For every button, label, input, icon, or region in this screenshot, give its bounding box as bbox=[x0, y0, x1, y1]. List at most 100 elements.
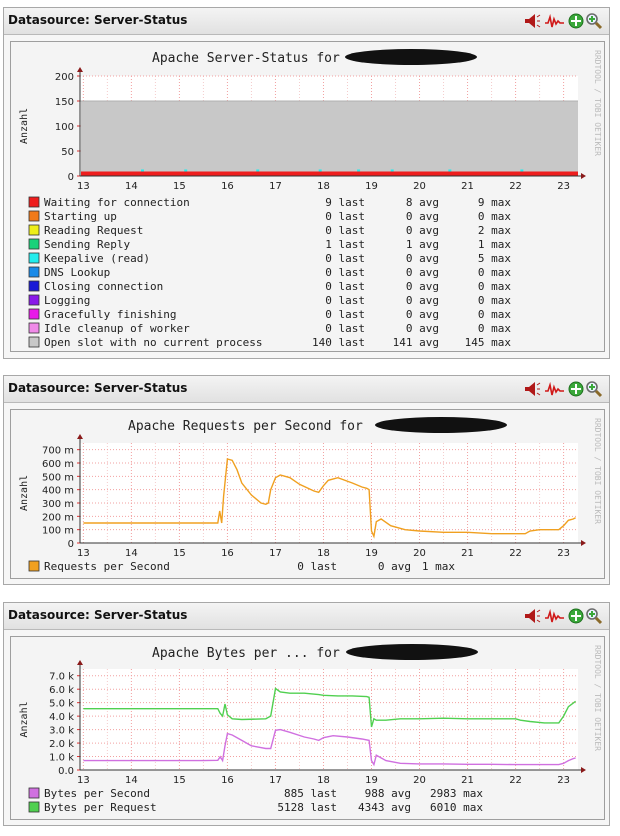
legend-max: 0 max bbox=[478, 280, 511, 293]
legend-max: 2983 max bbox=[430, 787, 483, 800]
chart-svg: Apache Requests per Second for RRDTOOL /… bbox=[19, 417, 602, 573]
legend-swatch bbox=[28, 196, 40, 208]
graph-title: Apache Server-Status for bbox=[152, 51, 340, 66]
x-tick-label: 19 bbox=[365, 548, 378, 559]
panel-title: Datasource: Server-Status bbox=[8, 381, 188, 395]
legend-label: Bytes per Second bbox=[44, 787, 150, 800]
y-tick-label: 50 bbox=[61, 147, 74, 158]
x-tick-label: 13 bbox=[77, 775, 90, 786]
x-tick-label: 19 bbox=[365, 775, 378, 786]
speaker-icon[interactable] bbox=[523, 12, 541, 30]
legend-swatch bbox=[28, 801, 40, 813]
keepalive-mark bbox=[448, 169, 452, 172]
x-tick-label: 23 bbox=[557, 775, 570, 786]
chart-svg: Apache Bytes per ... for RRDTOOL / TOBI … bbox=[19, 644, 602, 814]
keepalive-mark bbox=[140, 169, 144, 172]
y-axis-label: Anzahl bbox=[19, 701, 30, 737]
zoom-icon[interactable] bbox=[585, 380, 603, 398]
legend-label: Gracefully finishing bbox=[44, 308, 176, 321]
y-tick-label: 0.0 bbox=[58, 766, 74, 777]
keepalive-mark bbox=[520, 169, 524, 172]
x-tick-label: 19 bbox=[365, 181, 378, 192]
y-tick-label: 6.0 k bbox=[49, 685, 74, 696]
y-tick-label: 150 bbox=[55, 97, 74, 108]
legend-label: Open slot with no current process bbox=[44, 336, 263, 349]
x-tick-label: 15 bbox=[173, 775, 186, 786]
panel-tools bbox=[523, 380, 603, 398]
x-tick-label: 23 bbox=[557, 181, 570, 192]
x-tick-label: 18 bbox=[317, 181, 330, 192]
zoom-icon[interactable] bbox=[585, 607, 603, 625]
legend-last: 0 last bbox=[325, 294, 365, 307]
graph-image[interactable]: Apache Bytes per ... for RRDTOOL / TOBI … bbox=[10, 636, 605, 820]
legend-label: Bytes per Request bbox=[44, 801, 157, 814]
keepalive-mark bbox=[390, 169, 394, 172]
y-tick-label: 3.0 k bbox=[49, 726, 74, 737]
x-tick-label: 21 bbox=[461, 181, 474, 192]
legend-max: 1 max bbox=[422, 560, 455, 573]
zoom-icon[interactable] bbox=[585, 12, 603, 30]
x-tick-label: 17 bbox=[269, 775, 282, 786]
x-tick-label: 14 bbox=[125, 775, 138, 786]
y-axis-arrow bbox=[77, 660, 83, 665]
add-icon[interactable] bbox=[567, 380, 585, 398]
spark-icon[interactable] bbox=[545, 607, 564, 625]
legend-label: Requests per Second bbox=[44, 560, 170, 573]
server-status-panel: Datasource: Server-Status Apache Server-… bbox=[3, 7, 610, 359]
legend-swatch bbox=[28, 787, 40, 799]
legend-swatch bbox=[28, 280, 40, 292]
graph-image[interactable]: Apache Requests per Second for RRDTOOL /… bbox=[10, 409, 605, 579]
x-tick-label: 22 bbox=[509, 181, 522, 192]
y-tick-label: 0 bbox=[68, 172, 74, 183]
legend-max: 9 max bbox=[478, 196, 511, 209]
x-axis-arrow bbox=[581, 767, 586, 773]
legend-label: DNS Lookup bbox=[44, 266, 110, 279]
x-axis-arrow bbox=[581, 540, 586, 546]
legend-last: 0 last bbox=[325, 252, 365, 265]
redacted-host bbox=[346, 644, 478, 660]
y-tick-label: 1.0 k bbox=[49, 753, 74, 764]
y-tick-label: 200 m bbox=[42, 512, 74, 523]
legend-last: 0 last bbox=[297, 560, 337, 573]
legend-avg: 1 avg bbox=[406, 238, 439, 251]
x-tick-label: 14 bbox=[125, 548, 138, 559]
spark-icon[interactable] bbox=[545, 12, 564, 30]
legend-label: Waiting for connection bbox=[44, 196, 190, 209]
legend-max: 6010 max bbox=[430, 801, 483, 814]
keepalive-mark bbox=[357, 169, 361, 172]
legend-last: 0 last bbox=[325, 322, 365, 335]
graph-image[interactable]: Apache Server-Status for RRDTOOL / TOBI … bbox=[10, 41, 605, 352]
legend-max: 5 max bbox=[478, 252, 511, 265]
legend-swatch bbox=[28, 560, 40, 572]
legend-last: 0 last bbox=[325, 308, 365, 321]
plot-area bbox=[80, 443, 578, 543]
legend-last: 0 last bbox=[325, 210, 365, 223]
open-slot-area bbox=[81, 101, 578, 176]
waiting-area bbox=[81, 171, 578, 176]
legend-avg: 0 avg bbox=[406, 322, 439, 335]
x-tick-label: 22 bbox=[509, 548, 522, 559]
requests-per-second-panel: Datasource: Server-Status Apache Request… bbox=[3, 375, 610, 585]
x-tick-label: 21 bbox=[461, 775, 474, 786]
legend-swatch bbox=[28, 336, 40, 348]
speaker-icon[interactable] bbox=[523, 607, 541, 625]
graph-title: Apache Requests per Second for bbox=[128, 419, 363, 434]
legend-last: 0 last bbox=[325, 280, 365, 293]
x-tick-label: 13 bbox=[77, 548, 90, 559]
rrdtool-watermark: RRDTOOL / TOBI OETIKER bbox=[593, 50, 602, 156]
spark-icon[interactable] bbox=[545, 380, 564, 398]
y-tick-label: 7.0 k bbox=[49, 672, 74, 683]
speaker-icon[interactable] bbox=[523, 380, 541, 398]
y-tick-label: 100 m bbox=[42, 526, 74, 537]
legend-avg: 0 avg bbox=[378, 560, 411, 573]
add-icon[interactable] bbox=[567, 12, 585, 30]
y-tick-label: 4.0 k bbox=[49, 712, 74, 723]
add-icon[interactable] bbox=[567, 607, 585, 625]
panel-header: Datasource: Server-Status bbox=[4, 603, 609, 630]
y-tick-label: 300 m bbox=[42, 499, 74, 510]
x-tick-label: 16 bbox=[221, 775, 234, 786]
panel-tools bbox=[523, 607, 603, 625]
y-tick-label: 2.0 k bbox=[49, 739, 74, 750]
panel-tools bbox=[523, 12, 603, 30]
legend-max: 0 max bbox=[478, 210, 511, 223]
